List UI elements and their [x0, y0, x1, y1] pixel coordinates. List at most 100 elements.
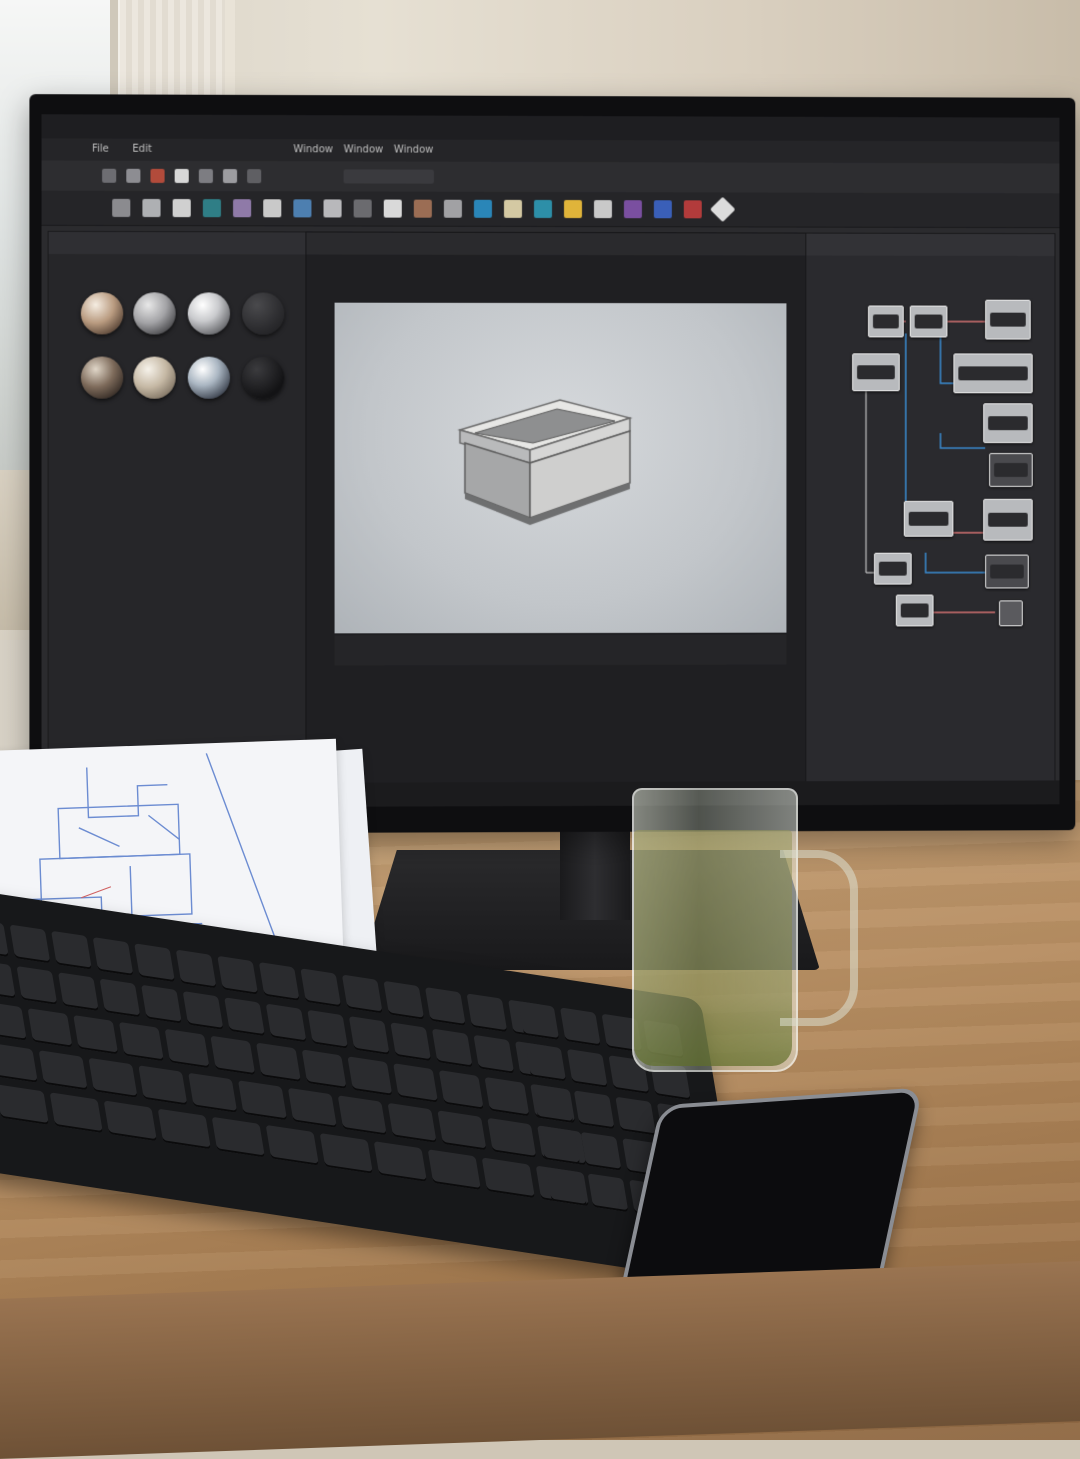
keyboard-key[interactable]: [138, 1065, 188, 1106]
tool-icon[interactable]: [503, 199, 522, 218]
keyboard-key[interactable]: [211, 1116, 265, 1158]
keyboard-key[interactable]: [287, 1087, 338, 1128]
tool-icon[interactable]: [533, 199, 553, 218]
keyboard-key[interactable]: [473, 1034, 515, 1074]
keyboard-key[interactable]: [164, 1028, 210, 1069]
keyboard-key[interactable]: [484, 1076, 530, 1117]
tool-icon[interactable]: [142, 198, 161, 218]
keyboard-key[interactable]: [265, 1124, 320, 1166]
keyboard-key[interactable]: [300, 968, 342, 1008]
tool-icon[interactable]: [353, 199, 372, 218]
tool-icon[interactable]: [233, 199, 252, 218]
material-swatch[interactable]: [133, 292, 176, 335]
keyboard-key[interactable]: [175, 949, 217, 989]
tool-icon[interactable]: [150, 168, 165, 183]
numpad-key[interactable]: [615, 1096, 657, 1136]
graph-node[interactable]: [985, 554, 1029, 589]
tool-icon[interactable]: [593, 200, 612, 219]
keyboard-key[interactable]: [438, 1070, 484, 1110]
keyboard-key[interactable]: [57, 972, 99, 1012]
keyboard-key[interactable]: [0, 1001, 27, 1041]
keyboard-key[interactable]: [347, 1056, 393, 1096]
graph-node[interactable]: [999, 600, 1023, 627]
tool-icon[interactable]: [443, 199, 462, 218]
tool-icon[interactable]: [710, 196, 736, 223]
tool-icon[interactable]: [202, 199, 221, 218]
graph-node[interactable]: [903, 500, 954, 537]
graph-node[interactable]: [895, 594, 934, 627]
numpad-key[interactable]: [546, 1167, 587, 1206]
material-swatch[interactable]: [187, 292, 231, 335]
tool-icon[interactable]: [383, 199, 402, 218]
keyboard-key[interactable]: [390, 1022, 432, 1062]
numpad-key[interactable]: [587, 1173, 629, 1213]
graph-node[interactable]: [873, 552, 912, 585]
tool-icon[interactable]: [413, 199, 432, 218]
keyboard-key[interactable]: [427, 1149, 482, 1191]
graph-node[interactable]: [989, 453, 1033, 487]
tool-icon[interactable]: [247, 169, 262, 184]
tool-icon[interactable]: [198, 168, 213, 184]
keyboard-key[interactable]: [487, 1117, 537, 1158]
tool-icon[interactable]: [222, 169, 238, 184]
timeline[interactable]: [334, 634, 787, 666]
keyboard-key[interactable]: [49, 1092, 103, 1134]
menu-window-2[interactable]: Window: [344, 139, 384, 161]
menu-window[interactable]: Window: [293, 139, 333, 161]
keyboard-key[interactable]: [383, 980, 425, 1020]
keyboard-key[interactable]: [217, 955, 259, 995]
tool-icon[interactable]: [263, 199, 282, 218]
material-swatch[interactable]: [242, 292, 285, 335]
numpad-key[interactable]: [559, 1007, 601, 1047]
keyboard-key[interactable]: [9, 924, 51, 964]
keyboard-key[interactable]: [118, 1021, 164, 1062]
keyboard-key[interactable]: [341, 974, 383, 1014]
numpad-key[interactable]: [525, 1042, 567, 1082]
keyboard-key[interactable]: [210, 1035, 256, 1076]
numpad-key[interactable]: [580, 1131, 622, 1171]
keyboard-key[interactable]: [0, 918, 9, 958]
tool-icon[interactable]: [323, 199, 342, 218]
menu-file[interactable]: File: [92, 139, 109, 161]
keyboard-key[interactable]: [0, 1084, 49, 1125]
material-swatch[interactable]: [187, 356, 231, 399]
keyboard-key[interactable]: [141, 984, 182, 1024]
keyboard-key[interactable]: [481, 1157, 536, 1199]
keyboard-key[interactable]: [337, 1095, 387, 1136]
tool-icon[interactable]: [623, 200, 642, 219]
graph-node[interactable]: [867, 305, 904, 338]
keyboard-key[interactable]: [307, 1009, 349, 1049]
graph-node[interactable]: [852, 353, 900, 392]
keyboard-key[interactable]: [88, 1057, 138, 1098]
tool-icon[interactable]: [653, 200, 672, 219]
numpad-key[interactable]: [566, 1048, 608, 1088]
material-swatch[interactable]: [80, 292, 124, 335]
keyboard-key[interactable]: [255, 1042, 302, 1083]
keyboard-key[interactable]: [265, 1003, 307, 1043]
keyboard-key[interactable]: [387, 1102, 437, 1143]
keyboard-key[interactable]: [0, 1042, 38, 1083]
keyboard-key[interactable]: [134, 943, 176, 983]
material-swatch[interactable]: [80, 356, 124, 399]
keyboard-key[interactable]: [224, 997, 266, 1037]
search-field[interactable]: [343, 169, 434, 184]
keyboard-key[interactable]: [437, 1110, 487, 1151]
keyboard-key[interactable]: [51, 930, 92, 970]
keyboard-key[interactable]: [27, 1008, 73, 1048]
tool-icon[interactable]: [174, 168, 189, 184]
keyboard-key[interactable]: [258, 962, 300, 1001]
tool-icon[interactable]: [112, 198, 131, 217]
tool-icon[interactable]: [473, 199, 492, 218]
material-swatch[interactable]: [133, 356, 176, 399]
keyboard-key[interactable]: [92, 937, 134, 976]
tool-icon[interactable]: [683, 200, 702, 219]
keyboard-key[interactable]: [319, 1132, 374, 1174]
keyboard-key[interactable]: [16, 965, 58, 1005]
tool-icon[interactable]: [563, 200, 582, 219]
keyboard-key[interactable]: [431, 1028, 473, 1068]
keyboard-key[interactable]: [301, 1049, 347, 1089]
graph-node[interactable]: [953, 353, 1033, 394]
keyboard-key[interactable]: [373, 1141, 428, 1182]
keyboard-key[interactable]: [182, 990, 224, 1030]
keyboard-key[interactable]: [188, 1072, 238, 1113]
